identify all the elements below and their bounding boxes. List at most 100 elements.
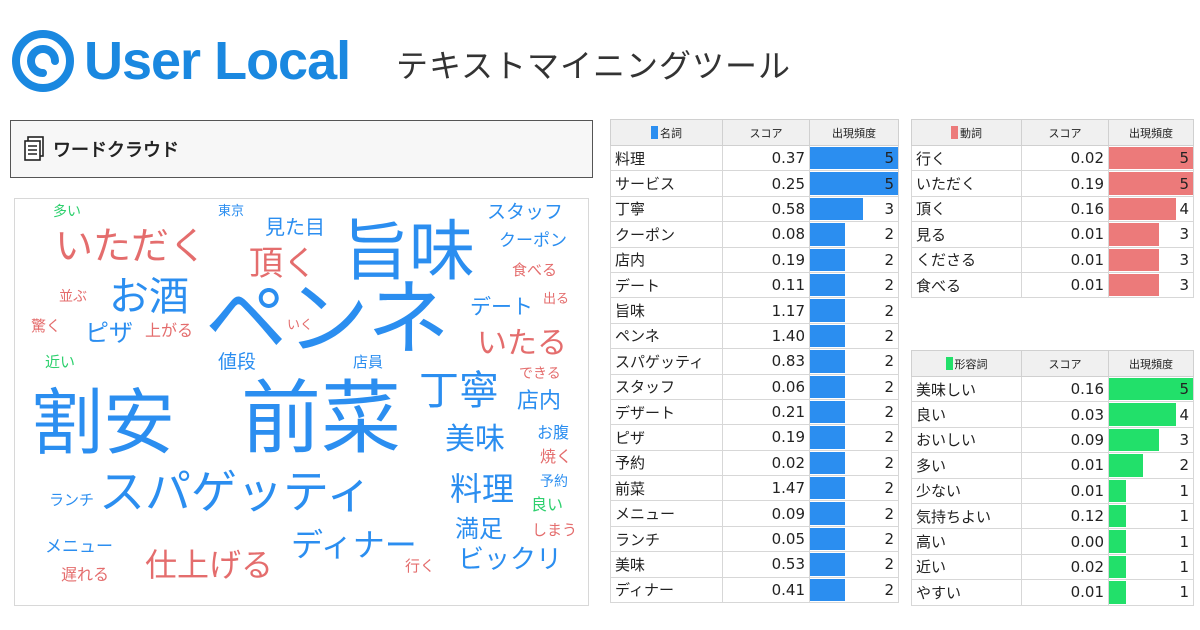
freq-bar bbox=[1109, 454, 1143, 477]
table-row[interactable]: デート 0.11 2 bbox=[610, 271, 899, 299]
score-cell: 0.12 bbox=[1021, 502, 1109, 530]
table-row[interactable]: おいしい 0.09 3 bbox=[911, 426, 1194, 454]
word-cell: 丁寧 bbox=[610, 195, 723, 223]
word-cell: 予約 bbox=[610, 449, 723, 477]
table-row[interactable]: 見る 0.01 3 bbox=[911, 221, 1194, 248]
table-row[interactable]: ピザ 0.19 2 bbox=[610, 424, 899, 451]
cloud-word: 店内 bbox=[517, 389, 562, 414]
table-row[interactable]: スパゲッティ 0.83 2 bbox=[610, 348, 899, 375]
word-cell: ペンネ bbox=[610, 322, 723, 350]
table-row[interactable]: 少ない 0.01 1 bbox=[911, 477, 1194, 504]
score-cell: 1.47 bbox=[722, 475, 810, 502]
freq-value: 5 bbox=[1179, 149, 1189, 168]
table-row[interactable]: 前菜 1.47 2 bbox=[610, 475, 899, 502]
freq-value: 2 bbox=[884, 403, 894, 422]
freq-cell: 2 bbox=[809, 322, 899, 350]
freq-cell: 2 bbox=[809, 449, 899, 477]
score-header[interactable]: スコア bbox=[722, 119, 810, 146]
freq-value: 2 bbox=[1179, 456, 1189, 475]
table-row[interactable]: 多い 0.01 2 bbox=[911, 452, 1194, 479]
word-cell: くださる bbox=[911, 246, 1022, 273]
table-row[interactable]: いただく 0.19 5 bbox=[911, 170, 1194, 197]
table-row[interactable]: デザート 0.21 2 bbox=[610, 398, 899, 426]
cloud-word: 前菜 bbox=[241, 372, 401, 465]
freq-cell: 4 bbox=[1108, 401, 1194, 428]
table-row[interactable]: クーポン 0.08 2 bbox=[610, 221, 899, 248]
freq-bar bbox=[810, 223, 846, 246]
word-cell: 美味しい bbox=[911, 375, 1022, 403]
freq-bar bbox=[810, 197, 863, 221]
table-row[interactable]: 良い 0.03 4 bbox=[911, 401, 1194, 428]
table-row[interactable]: 気持ちよい 0.12 1 bbox=[911, 502, 1194, 530]
score-cell: 0.02 bbox=[722, 449, 810, 477]
cloud-word: 行く bbox=[405, 557, 436, 575]
freq-bar bbox=[810, 375, 846, 398]
table-row[interactable]: 頂く 0.16 4 bbox=[911, 195, 1194, 223]
table-row[interactable]: 近い 0.02 1 bbox=[911, 553, 1194, 581]
cloud-word: スパゲッティ bbox=[99, 465, 373, 519]
cloud-word: 東京 bbox=[218, 204, 245, 219]
table-row[interactable]: スタッフ 0.06 2 bbox=[610, 373, 899, 400]
noun-table: 名詞 スコア 出現頻度 料理 0.37 5 サービス 0.25 5 丁寧 0.58 3 クーポン 0… bbox=[610, 119, 899, 604]
freq-cell: 1 bbox=[1108, 477, 1194, 504]
freq-value: 3 bbox=[1179, 225, 1189, 244]
table-row[interactable]: くださる 0.01 3 bbox=[911, 246, 1194, 273]
cloud-word: お腹 bbox=[537, 423, 570, 442]
cloud-word: 遅れる bbox=[61, 565, 110, 584]
freq-value: 2 bbox=[884, 555, 894, 574]
cloud-word: 丁寧 bbox=[419, 368, 499, 414]
table-row[interactable]: ディナー 0.41 2 bbox=[610, 576, 899, 604]
table-row[interactable]: 丁寧 0.58 3 bbox=[610, 195, 899, 223]
table-row[interactable]: 旨味 1.17 2 bbox=[610, 297, 899, 324]
wordcloud-header[interactable]: ワードクラウド bbox=[10, 120, 593, 178]
word-cell: メニュー bbox=[610, 500, 723, 527]
freq-value: 2 bbox=[884, 453, 894, 472]
adjective-color-swatch bbox=[945, 356, 953, 370]
table-row[interactable]: サービス 0.25 5 bbox=[610, 170, 899, 197]
freq-header[interactable]: 出現頻度 bbox=[1108, 350, 1194, 377]
table-row[interactable]: 美味しい 0.16 5 bbox=[911, 375, 1194, 403]
word-cell: 行く bbox=[911, 144, 1022, 172]
cloud-word: 予約 bbox=[540, 474, 568, 490]
table-row[interactable]: メニュー 0.09 2 bbox=[610, 500, 899, 527]
freq-bar bbox=[1109, 530, 1126, 553]
table-row[interactable]: 料理 0.37 5 bbox=[610, 144, 899, 172]
table-row[interactable]: 店内 0.19 2 bbox=[610, 246, 899, 273]
table-row[interactable]: 行く 0.02 5 bbox=[911, 144, 1194, 172]
freq-cell: 2 bbox=[809, 424, 899, 451]
table-row[interactable]: やすい 0.01 1 bbox=[911, 579, 1194, 606]
score-cell: 0.19 bbox=[722, 424, 810, 451]
score-cell: 0.02 bbox=[1021, 553, 1109, 581]
table-row[interactable]: ランチ 0.05 2 bbox=[610, 525, 899, 553]
cloud-word: 割安 bbox=[31, 381, 176, 465]
verb-header[interactable]: 動詞 bbox=[911, 119, 1022, 146]
freq-cell: 2 bbox=[809, 373, 899, 400]
word-cell: 良い bbox=[911, 401, 1022, 428]
freq-bar bbox=[810, 324, 846, 348]
adjective-header[interactable]: 形容詞 bbox=[911, 350, 1022, 377]
table-row[interactable]: 高い 0.00 1 bbox=[911, 528, 1194, 555]
table-row[interactable]: 美味 0.53 2 bbox=[610, 551, 899, 578]
score-cell: 0.19 bbox=[722, 246, 810, 273]
score-cell: 0.09 bbox=[722, 500, 810, 527]
freq-value: 2 bbox=[884, 377, 894, 396]
freq-cell: 2 bbox=[809, 246, 899, 273]
table-row[interactable]: 食べる 0.01 3 bbox=[911, 271, 1194, 299]
freq-value: 2 bbox=[884, 301, 894, 320]
cloud-word: しまう bbox=[532, 521, 578, 539]
freq-header[interactable]: 出現頻度 bbox=[809, 119, 899, 146]
table-row[interactable]: 予約 0.02 2 bbox=[610, 449, 899, 477]
freq-bar bbox=[810, 451, 846, 475]
word-cell: 少ない bbox=[911, 477, 1022, 504]
freq-cell: 5 bbox=[1108, 170, 1194, 197]
table-row[interactable]: ペンネ 1.40 2 bbox=[610, 322, 899, 350]
score-header[interactable]: スコア bbox=[1021, 350, 1109, 377]
freq-bar bbox=[1109, 479, 1126, 502]
word-cell: 店内 bbox=[610, 246, 723, 273]
freq-value: 4 bbox=[1179, 199, 1189, 218]
score-cell: 0.01 bbox=[1021, 271, 1109, 299]
score-cell: 0.09 bbox=[1021, 426, 1109, 454]
freq-header[interactable]: 出現頻度 bbox=[1108, 119, 1194, 146]
noun-header[interactable]: 名詞 bbox=[610, 119, 723, 146]
score-header[interactable]: スコア bbox=[1021, 119, 1109, 146]
